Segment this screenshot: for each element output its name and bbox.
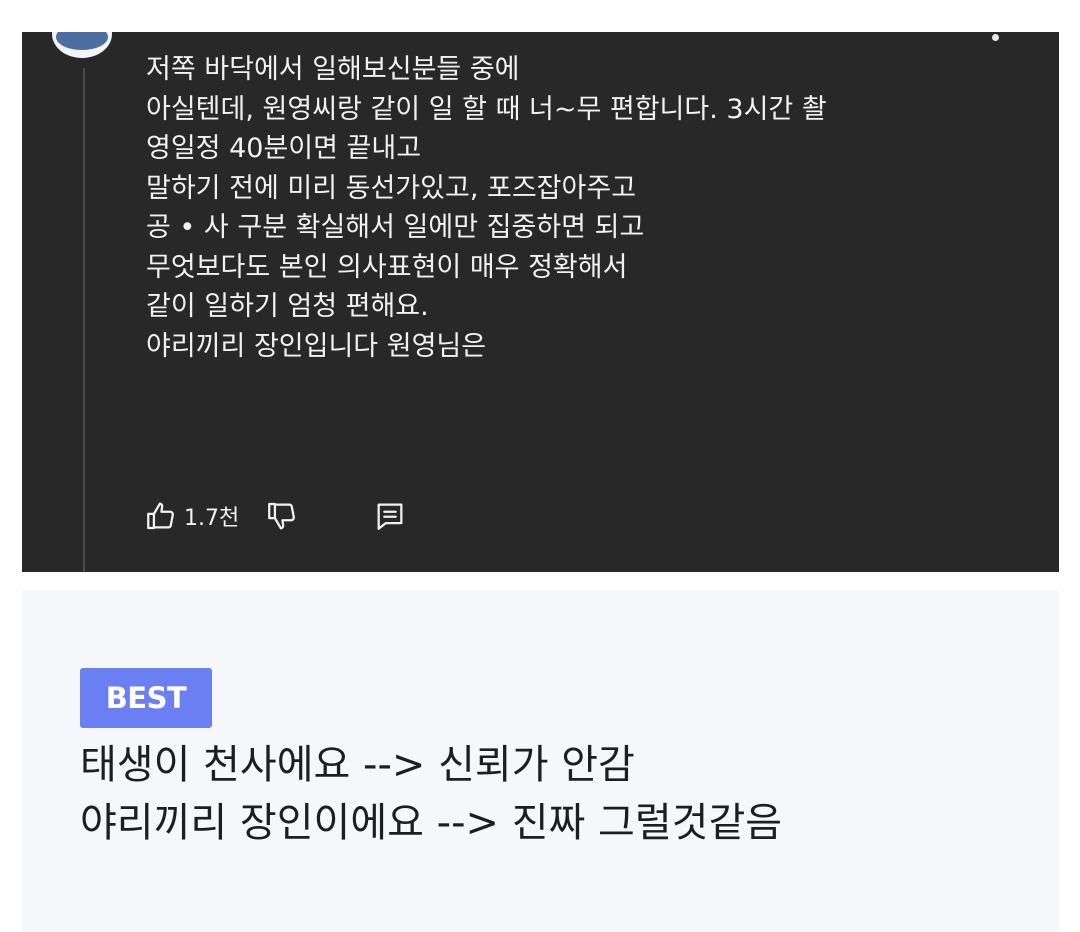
screenshot-page: 저쪽 바닥에서 일해보신분들 중에 아실텐데, 원영씨랑 같이 일 할 때 너~… (0, 0, 1080, 932)
comment-line: 야리끼리 장인입니다 원영님은 (146, 330, 487, 362)
reply-button[interactable] (373, 499, 407, 533)
best-comment-text: 태생이 천사에요 --> 신뢰가 안감 야리끼리 장인이에요 --> 진짜 그럴… (80, 736, 782, 852)
comment-line: 무엇보다도 본인 의사표현이 매우 정확해서 (146, 251, 628, 283)
comment-line: 저쪽 바닥에서 일해보신분들 중에 (146, 54, 520, 85)
comment-body: 저쪽 바닥에서 일해보신분들 중에 아실텐데, 원영씨랑 같이 일 할 때 너~… (146, 50, 1046, 366)
best-comment-line: 야리끼리 장인이에요 --> 진짜 그럴것같음 (80, 800, 783, 846)
thumbs-up-icon (147, 502, 174, 530)
best-comment-panel: BEST 태생이 천사에요 --> 신뢰가 안감 야리끼리 장인이에요 --> … (22, 590, 1059, 932)
like-count: 1.7천 (184, 506, 240, 531)
best-badge: BEST (80, 668, 212, 728)
comment-action-bar: 1.7천 (144, 494, 407, 538)
best-comment-line: 태생이 천사에요 --> 신뢰가 안감 (80, 742, 635, 788)
comment-line: 말하기 전에 미리 동선가있고, 포즈잡아주고 (146, 172, 637, 204)
like-button[interactable] (144, 499, 178, 533)
thread-line (83, 68, 85, 572)
comment-icon (377, 503, 403, 530)
comment-line: 아실텐데, 원영씨랑 같이 일 할 때 너~무 편합니다. 3시간 촬 (146, 93, 827, 125)
avatar[interactable] (52, 32, 112, 58)
more-dot-icon[interactable] (992, 34, 999, 41)
comment-line: 공 • 사 구분 확실해서 일에만 집중하면 되고 (146, 212, 645, 243)
comment-card: 저쪽 바닥에서 일해보신분들 중에 아실텐데, 원영씨랑 같이 일 할 때 너~… (22, 32, 1059, 572)
dislike-button[interactable] (265, 499, 299, 533)
comment-line: 영일정 40분이면 끝내고 (146, 133, 422, 164)
thumbs-down-icon (268, 502, 296, 530)
comment-line: 같이 일하기 엄청 편해요. (146, 291, 429, 322)
